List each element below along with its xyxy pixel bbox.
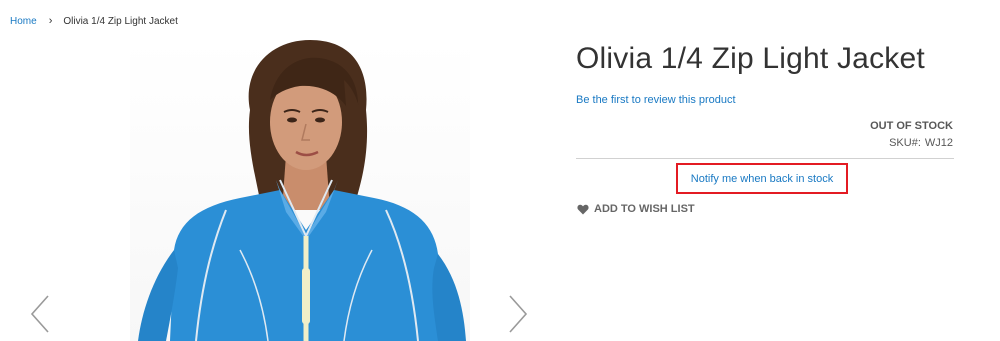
sku-value: WJ12 xyxy=(924,137,953,149)
divider xyxy=(576,158,954,159)
review-link[interactable]: Be the first to review this product xyxy=(576,94,736,106)
product-gallery xyxy=(0,40,560,341)
product-image xyxy=(130,40,470,341)
product-page: Home › Olivia 1/4 Zip Light Jacket Olivi… xyxy=(0,0,1000,341)
breadcrumb-current: Olivia 1/4 Zip Light Jacket xyxy=(63,15,178,27)
chevron-left-icon xyxy=(30,295,49,333)
gallery-prev-button[interactable] xyxy=(28,292,52,336)
stock-status: OUT OF STOCK xyxy=(870,120,953,132)
product-title: Olivia 1/4 Zip Light Jacket xyxy=(576,42,925,75)
breadcrumb-home-link[interactable]: Home xyxy=(10,16,37,27)
sku: SKU#: WJ12 xyxy=(889,137,953,149)
wishlist-label: ADD TO WISH LIST xyxy=(594,203,695,215)
breadcrumb: Home › Olivia 1/4 Zip Light Jacket xyxy=(10,15,178,27)
sku-label: SKU#: xyxy=(889,137,921,149)
heart-icon xyxy=(577,204,589,214)
add-to-wishlist-button[interactable]: ADD TO WISH LIST xyxy=(577,203,695,215)
gallery-next-button[interactable] xyxy=(506,292,530,336)
chevron-right-icon xyxy=(509,295,528,333)
notify-back-in-stock-link[interactable]: Notify me when back in stock xyxy=(691,173,833,185)
breadcrumb-separator: › xyxy=(48,15,53,27)
notify-highlight-box: Notify me when back in stock xyxy=(676,163,848,194)
